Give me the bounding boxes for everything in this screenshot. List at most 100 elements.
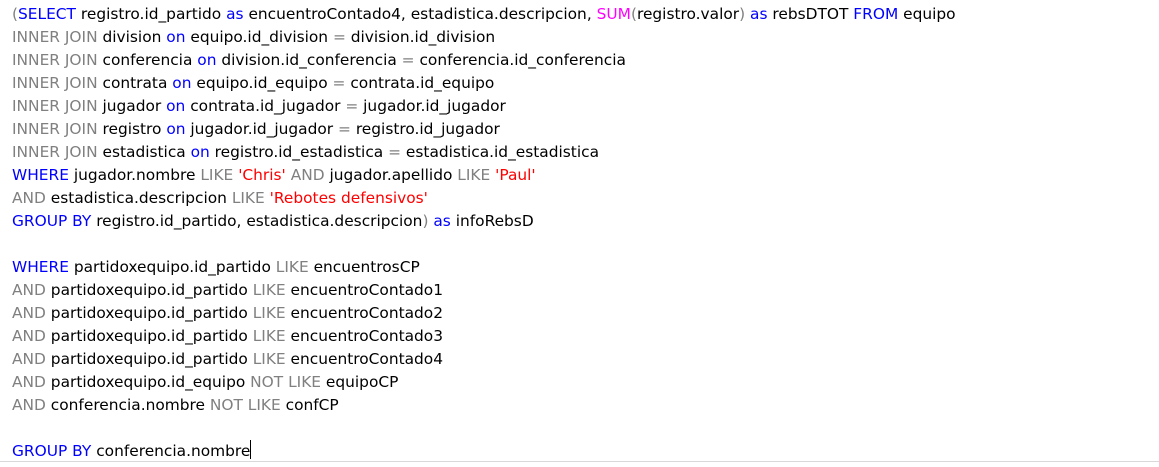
keyword: GROUP BY xyxy=(12,442,92,460)
string-literal: 'Chris' xyxy=(238,166,286,184)
code-text: partidoxequipo.id_partido xyxy=(45,327,253,345)
keyword: as xyxy=(750,5,768,23)
code-area[interactable]: (SELECT registro.id_partido as encuentro… xyxy=(12,3,956,463)
code-line[interactable]: WHERE jugador.nombre LIKE 'Chris' AND ju… xyxy=(12,164,956,187)
operator: AND xyxy=(12,350,46,368)
operator: INNER JOIN xyxy=(12,143,98,161)
code-text: equipoCP xyxy=(321,373,399,391)
code-text: encuentroContado2 xyxy=(285,304,444,322)
code-line[interactable]: WHERE partidoxequipo.id_partido LIKE enc… xyxy=(12,256,956,279)
code-text: equipo.id_division xyxy=(185,28,333,46)
operator: INNER JOIN xyxy=(12,28,98,46)
code-line[interactable]: GROUP BY conferencia.nombre xyxy=(12,440,956,463)
operator: = xyxy=(388,143,402,161)
string-literal: 'Rebotes defensivos' xyxy=(269,189,428,207)
keyword: as xyxy=(433,212,451,230)
operator: NOT LIKE xyxy=(250,373,322,391)
code-text: encuentroContado1 xyxy=(285,281,444,299)
code-text: partidoxequipo.id_partido xyxy=(45,304,253,322)
code-line[interactable]: AND conferencia.nombre NOT LIKE confCP xyxy=(12,394,956,417)
code-text: registro xyxy=(97,120,167,138)
code-line[interactable]: AND estadistica.descripcion LIKE 'Rebote… xyxy=(12,187,956,210)
code-text: division.id_conferencia xyxy=(216,51,402,69)
keyword: on xyxy=(190,143,210,161)
code-text: equipo.id_equipo xyxy=(191,74,333,92)
code-text: jugador.apellido xyxy=(324,166,458,184)
code-text: encuentroContado4, estadistica.descripci… xyxy=(243,5,597,23)
code-line[interactable]: INNER JOIN contrata on equipo.id_equipo … xyxy=(12,72,956,95)
keyword: FROM xyxy=(853,5,899,23)
string-literal: 'Paul' xyxy=(495,166,536,184)
code-text: registro.id_estadistica xyxy=(209,143,389,161)
code-line[interactable]: AND partidoxequipo.id_partido LIKE encue… xyxy=(12,348,956,371)
code-text: conferencia xyxy=(97,51,198,69)
keyword: on xyxy=(166,97,186,115)
code-text: equipo xyxy=(898,5,956,23)
code-line[interactable]: INNER JOIN division on equipo.id_divisio… xyxy=(12,26,956,49)
operator: LIKE xyxy=(252,350,286,368)
code-text: conferencia.nombre xyxy=(91,442,251,460)
code-text: partidoxequipo.id_partido xyxy=(45,350,253,368)
operator: LIKE xyxy=(275,258,309,276)
code-text: contrata.id_equipo xyxy=(345,74,495,92)
keyword: SELECT xyxy=(18,5,76,23)
operator: = xyxy=(401,51,415,69)
code-text: estadistica.id_estadistica xyxy=(401,143,599,161)
code-text: partidoxequipo.id_partido xyxy=(68,258,276,276)
code-text: confCP xyxy=(280,396,339,414)
code-line[interactable]: AND partidoxequipo.id_equipo NOT LIKE eq… xyxy=(12,371,956,394)
code-line[interactable]: INNER JOIN estadistica on registro.id_es… xyxy=(12,141,956,164)
code-line[interactable]: AND partidoxequipo.id_partido LIKE encue… xyxy=(12,302,956,325)
operator: AND xyxy=(12,281,46,299)
keyword: on xyxy=(166,28,186,46)
code-text: registro.id_partido, estadistica.descrip… xyxy=(91,212,423,230)
operator: LIKE xyxy=(252,281,286,299)
code-text: conferencia.id_conferencia xyxy=(414,51,626,69)
code-text: registro.id_partido xyxy=(75,5,227,23)
code-text: jugador.id_jugador xyxy=(185,120,339,138)
code-line[interactable]: INNER JOIN jugador on contrata.id_jugado… xyxy=(12,95,956,118)
keyword: WHERE xyxy=(12,166,69,184)
code-text: division xyxy=(97,28,167,46)
sql-query-editor[interactable]: (SELECT registro.id_partido as encuentro… xyxy=(0,0,1159,462)
code-text: jugador xyxy=(97,97,167,115)
operator: AND xyxy=(12,327,46,345)
operator: LIKE xyxy=(200,166,234,184)
code-line[interactable]: INNER JOIN registro on jugador.id_jugado… xyxy=(12,118,956,141)
operator: = xyxy=(332,28,346,46)
code-text: estadistica xyxy=(97,143,191,161)
code-text: contrata xyxy=(97,74,173,92)
code-line[interactable]: GROUP BY registro.id_partido, estadistic… xyxy=(12,210,956,233)
code-text: partidoxequipo.id_equipo xyxy=(45,373,251,391)
operator: INNER JOIN xyxy=(12,120,98,138)
keyword: GROUP BY xyxy=(12,212,92,230)
keyword: on xyxy=(172,74,192,92)
code-text: jugador.nombre xyxy=(68,166,201,184)
code-line[interactable]: AND partidoxequipo.id_partido LIKE encue… xyxy=(12,325,956,348)
operator: INNER JOIN xyxy=(12,51,98,69)
keyword: on xyxy=(197,51,217,69)
code-text: rebsDTOT xyxy=(767,5,854,23)
keyword: as xyxy=(226,5,244,23)
operator: LIKE xyxy=(252,327,286,345)
code-text: encuentroContado3 xyxy=(285,327,444,345)
operator: = xyxy=(345,97,359,115)
operator: INNER JOIN xyxy=(12,97,98,115)
code-text: conferencia.nombre xyxy=(45,396,210,414)
code-text: partidoxequipo.id_partido xyxy=(45,281,253,299)
operator: = xyxy=(332,74,346,92)
code-line[interactable] xyxy=(12,233,956,256)
operator: LIKE xyxy=(457,166,491,184)
code-line[interactable]: AND partidoxequipo.id_partido LIKE encue… xyxy=(12,279,956,302)
operator: AND xyxy=(12,189,46,207)
operator: AND xyxy=(12,304,46,322)
code-line[interactable]: (SELECT registro.id_partido as encuentro… xyxy=(12,3,956,26)
text-cursor xyxy=(250,440,252,459)
operator: NOT LIKE xyxy=(209,396,281,414)
code-text: registro.id_jugador xyxy=(350,120,500,138)
code-line[interactable]: INNER JOIN conferencia on division.id_co… xyxy=(12,49,956,72)
operator: = xyxy=(338,120,351,138)
code-line[interactable] xyxy=(12,417,956,440)
operator: LIKE xyxy=(252,304,286,322)
code-text: jugador.id_jugador xyxy=(358,97,506,115)
